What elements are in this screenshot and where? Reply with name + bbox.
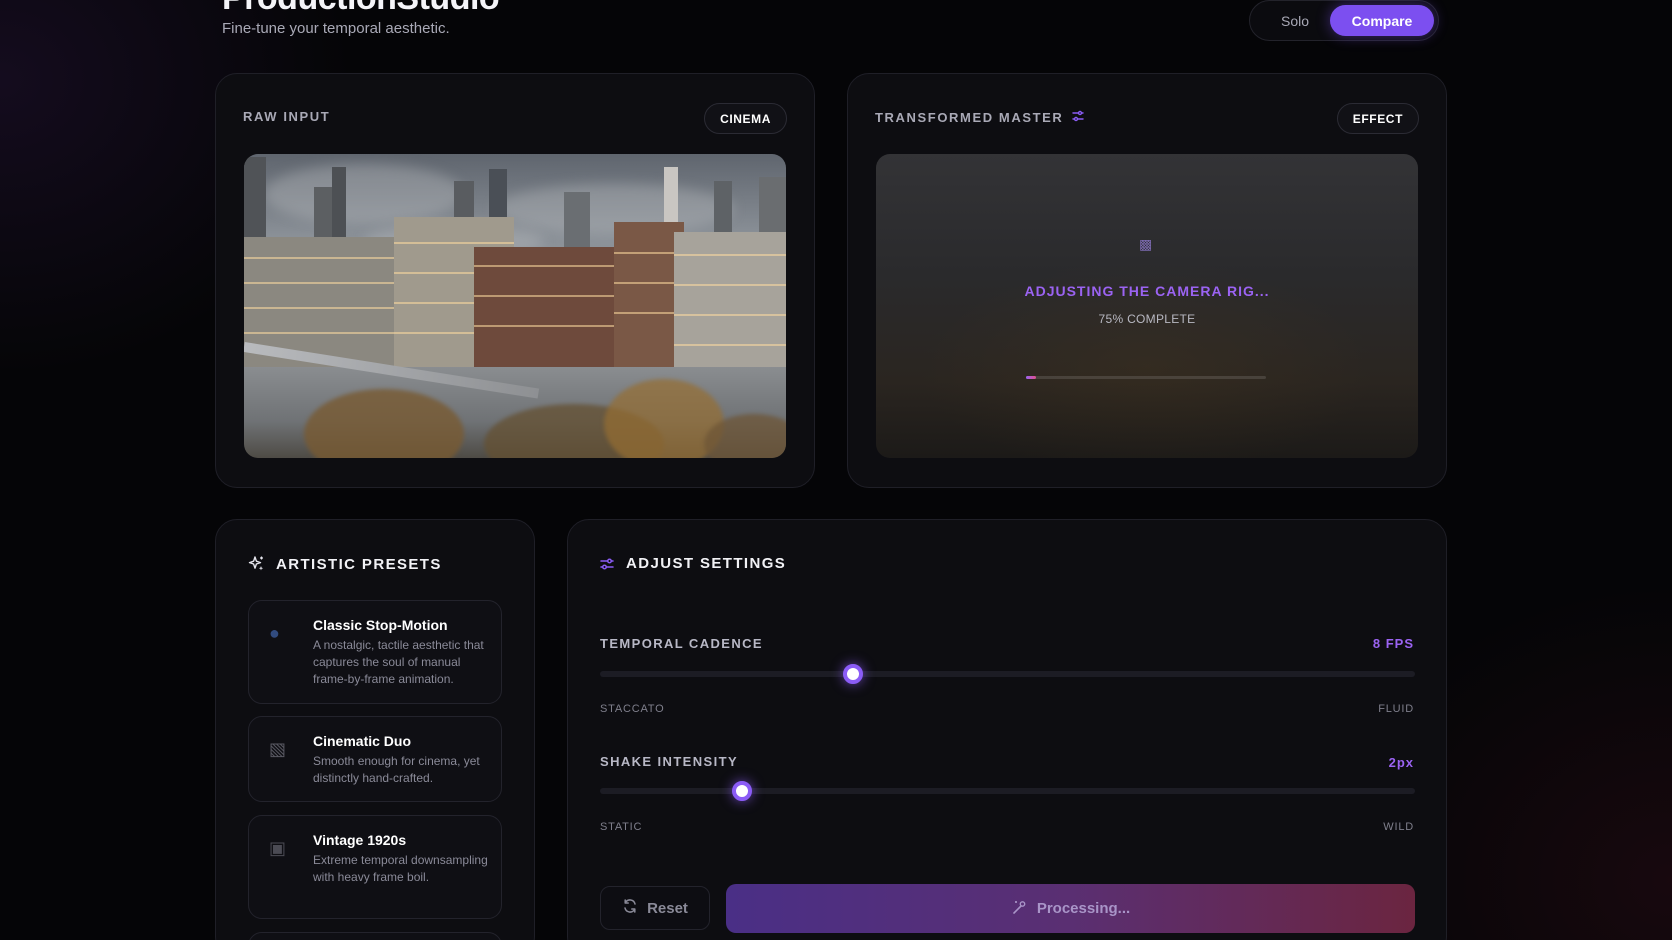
- app-subtitle: Fine-tune your temporal aesthetic.: [222, 20, 450, 37]
- preset-description: A nostalgic, tactile aesthetic that capt…: [313, 638, 484, 686]
- sparkles-icon: [247, 555, 265, 573]
- clapperboard-icon: ▧: [269, 739, 287, 759]
- reset-button[interactable]: Reset: [600, 886, 710, 930]
- wand-icon: [1011, 899, 1027, 919]
- cadence-min-label: STACCATO: [600, 703, 665, 715]
- presets-title: ARTISTIC PRESETS: [276, 555, 442, 573]
- cadence-slider[interactable]: [600, 664, 1415, 684]
- processing-progress-bar: [1026, 376, 1266, 379]
- shake-max-label: WILD: [1383, 821, 1414, 833]
- puppet-icon: ●: [269, 623, 280, 643]
- processing-progress-fill: [1026, 376, 1036, 379]
- shake-slider[interactable]: [600, 781, 1415, 801]
- transformed-master-preview: ▩ ADJUSTING THE CAMERA RIG... 75% COMPLE…: [876, 154, 1418, 458]
- shake-label: SHAKE INTENSITY: [600, 754, 739, 769]
- settings-title: ADJUST SETTINGS: [626, 555, 787, 572]
- process-label: Processing...: [1036, 900, 1131, 917]
- shake-value: 2px: [1388, 755, 1414, 770]
- preset-vintage-1920s[interactable]: ▣ Vintage 1920s Extreme temporal downsam…: [248, 815, 502, 919]
- cinema-chip[interactable]: CINEMA: [704, 103, 787, 134]
- reset-label: Reset: [647, 899, 688, 917]
- app-title: ProductionStudio: [222, 0, 500, 18]
- view-mode-toggle: Solo Compare: [1249, 0, 1439, 41]
- preset-name: Cinematic Duo: [313, 733, 412, 749]
- shake-min-label: STATIC: [600, 821, 643, 833]
- preset-name: Vintage 1920s: [313, 832, 407, 848]
- compare-toggle-button[interactable]: Compare: [1330, 5, 1434, 36]
- preset-description: Smooth enough for cinema, yet distinctly…: [313, 754, 480, 785]
- preset-cinematic-duo[interactable]: ▧ Cinematic Duo Smooth enough for cinema…: [248, 716, 502, 802]
- preset-description: Extreme temporal downsampling with heavy…: [313, 853, 488, 884]
- settings-header: ADJUST SETTINGS: [599, 555, 786, 572]
- processing-status: 75% COMPLETE: [1098, 312, 1196, 326]
- cadence-value: 8 FPS: [1372, 636, 1414, 651]
- effect-chip[interactable]: EFFECT: [1336, 103, 1419, 134]
- preset-classic-stop-motion[interactable]: ● Classic Stop-Motion A nostalgic, tacti…: [248, 600, 502, 704]
- raw-input-image: [244, 154, 786, 458]
- film-camera-icon: ▣: [269, 838, 287, 858]
- preset-more[interactable]: [248, 932, 502, 940]
- solo-toggle-button[interactable]: Solo: [1258, 5, 1332, 36]
- cadence-label: TEMPORAL CADENCE: [600, 636, 764, 651]
- cadence-max-label: FLUID: [1378, 703, 1414, 715]
- presets-header: ARTISTIC PRESETS: [247, 555, 442, 573]
- sliders-icon: [599, 556, 615, 572]
- process-button[interactable]: Processing...: [726, 884, 1415, 933]
- transformed-master-panel: TRANSFORMED MASTER EFFECT ▩ ADJUSTING TH…: [847, 73, 1447, 488]
- transformed-master-label-text: TRANSFORMED MASTER: [875, 110, 1064, 125]
- preset-name: Classic Stop-Motion: [313, 617, 448, 633]
- raw-input-panel: RAW INPUT CINEMA: [215, 73, 815, 488]
- sliders-icon: [1071, 109, 1085, 126]
- raw-input-label: RAW INPUT: [243, 109, 331, 124]
- processing-title: ADJUSTING THE CAMERA RIG...: [1024, 283, 1270, 299]
- shake-slider-thumb[interactable]: [731, 781, 752, 801]
- robot-icon: ▩: [1139, 236, 1153, 252]
- artistic-presets-panel: ARTISTIC PRESETS ● Classic Stop-Motion A…: [215, 519, 535, 940]
- cadence-slider-thumb[interactable]: [842, 664, 863, 684]
- refresh-icon: [622, 898, 638, 918]
- adjust-settings-panel: ADJUST SETTINGS TEMPORAL CADENCE 8 FPS S…: [567, 519, 1447, 940]
- transformed-master-label: TRANSFORMED MASTER: [875, 109, 1085, 126]
